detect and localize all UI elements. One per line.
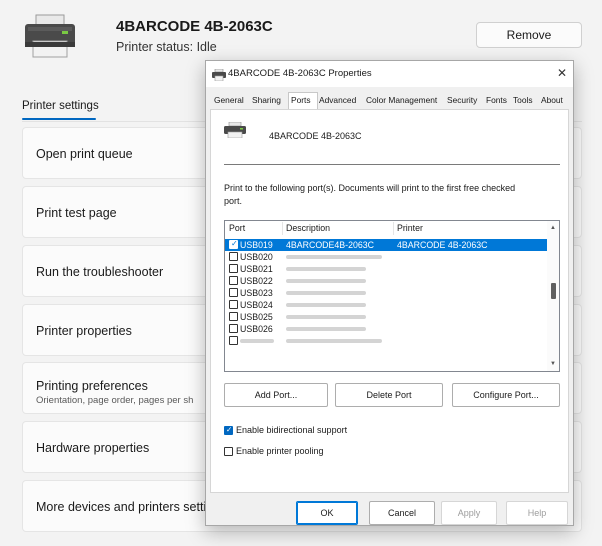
tab-color-management[interactable]: Color Management <box>366 95 437 105</box>
port-name: USB019 <box>240 240 273 250</box>
column-header-description[interactable]: Description <box>286 223 330 233</box>
port-name: USB023 <box>240 288 273 298</box>
checkbox-icon[interactable] <box>224 447 233 456</box>
tab-security[interactable]: Security <box>447 95 477 105</box>
blurred-text <box>286 279 366 283</box>
check-mark: ✓ <box>226 425 233 434</box>
dialog-title: 4BARCODE 4B-2063C Properties <box>228 68 372 79</box>
check-mark: ✓ <box>231 239 238 248</box>
ports-instructions: Print to the following port(s). Document… <box>224 183 516 206</box>
card-label: Hardware properties <box>36 441 150 455</box>
blurred-text <box>286 339 382 343</box>
scroll-down-icon[interactable]: ▼ <box>550 360 556 368</box>
blurred-text <box>240 339 274 343</box>
card-label: Run the troubleshooter <box>36 265 164 279</box>
tab-about[interactable]: About <box>541 95 563 105</box>
checkbox-icon[interactable] <box>229 264 238 273</box>
column-divider <box>282 222 283 235</box>
scroll-thumb[interactable] <box>551 283 556 299</box>
port-name: USB020 <box>240 252 273 262</box>
tab-ports[interactable]: Ports <box>291 95 311 105</box>
dialog-tabs: General Sharing Ports Advanced Color Man… <box>210 92 571 110</box>
blurred-text <box>286 303 366 307</box>
printer-name: 4BARCODE 4B-2063C <box>269 131 362 141</box>
port-row[interactable]: USB023 <box>225 287 547 299</box>
tab-tools[interactable]: Tools <box>513 95 533 105</box>
port-name: USB026 <box>240 324 273 334</box>
checkbox-icon[interactable] <box>229 276 238 285</box>
port-row[interactable] <box>225 335 547 347</box>
column-header-printer[interactable]: Printer <box>397 223 423 233</box>
port-name: USB024 <box>240 300 273 310</box>
tab-active-indicator <box>22 118 96 120</box>
port-row[interactable]: USB024 <box>225 299 547 311</box>
ok-button[interactable]: OK <box>296 501 358 525</box>
blurred-text <box>286 327 366 331</box>
column-header-port[interactable]: Port <box>229 223 245 233</box>
tab-advanced[interactable]: Advanced <box>319 95 356 105</box>
checkbox-icon[interactable]: ✓ <box>229 239 238 249</box>
card-label: Open print queue <box>36 147 133 161</box>
port-row[interactable]: USB020 <box>225 251 547 263</box>
ports-scrollbar[interactable]: ▲ ▼ <box>547 221 559 371</box>
tab-general[interactable]: General <box>214 95 244 105</box>
cancel-button[interactable]: Cancel <box>369 501 435 525</box>
page-title: 4BARCODE 4B-2063C <box>116 18 273 35</box>
card-label: Print test page <box>36 206 117 220</box>
column-divider <box>393 222 394 235</box>
port-printer: 4BARCODE 4B-2063C <box>397 240 488 250</box>
checkbox-icon[interactable]: ✓ <box>224 425 233 435</box>
checkbox-icon[interactable] <box>229 288 238 297</box>
help-button[interactable]: Help <box>506 501 568 525</box>
blurred-text <box>286 255 382 259</box>
printer-status: Printer status: Idle <box>116 40 217 54</box>
add-port-button[interactable]: Add Port... <box>224 383 328 407</box>
checkbox-icon[interactable] <box>229 336 238 345</box>
tab-fonts[interactable]: Fonts <box>486 95 507 105</box>
card-label: Printing preferences <box>36 379 148 393</box>
remove-button[interactable]: Remove <box>476 22 582 48</box>
close-icon[interactable]: ✕ <box>554 65 570 81</box>
blurred-text <box>286 291 366 295</box>
dialog-titlebar[interactable]: 4BARCODE 4B-2063C Properties ✕ <box>206 61 573 87</box>
delete-port-button[interactable]: Delete Port <box>335 383 443 407</box>
port-name: USB022 <box>240 276 273 286</box>
port-row[interactable]: ✓ USB019 4BARCODE4B-2063C 4BARCODE 4B-20… <box>225 239 547 251</box>
bidirectional-label: Enable bidirectional support <box>236 425 348 435</box>
checkbox-icon[interactable] <box>229 312 238 321</box>
blurred-text <box>286 267 366 271</box>
printer-icon <box>212 68 226 82</box>
scroll-up-icon[interactable]: ▲ <box>550 224 556 232</box>
printer-icon <box>24 14 76 58</box>
checkbox-icon[interactable] <box>229 324 238 333</box>
card-sublabel: Orientation, page order, pages per sh <box>36 395 194 406</box>
card-label: Printer properties <box>36 324 132 338</box>
divider <box>224 164 560 165</box>
printer-properties-dialog: 4BARCODE 4B-2063C Properties ✕ General S… <box>205 60 574 526</box>
port-name: USB025 <box>240 312 273 322</box>
printer-icon <box>224 121 246 139</box>
tab-sharing[interactable]: Sharing <box>252 95 281 105</box>
port-row[interactable]: USB021 <box>225 263 547 275</box>
blurred-text <box>286 315 366 319</box>
printer-pooling-label: Enable printer pooling <box>236 446 324 456</box>
configure-port-button[interactable]: Configure Port... <box>452 383 560 407</box>
checkbox-icon[interactable] <box>229 300 238 309</box>
checkbox-icon[interactable] <box>229 252 238 261</box>
port-name: USB021 <box>240 264 273 274</box>
port-description: 4BARCODE4B-2063C <box>286 240 375 250</box>
port-row[interactable]: USB025 <box>225 311 547 323</box>
port-row[interactable]: USB022 <box>225 275 547 287</box>
card-label: More devices and printers setting <box>36 500 221 514</box>
ports-list[interactable]: Port Description Printer ✓ USB019 4BARCO… <box>224 220 560 372</box>
ports-tab-panel: 4BARCODE 4B-2063C Print to the following… <box>210 109 569 493</box>
apply-button[interactable]: Apply <box>441 501 497 525</box>
tab-printer-settings[interactable]: Printer settings <box>22 100 99 112</box>
port-row[interactable]: USB026 <box>225 323 547 335</box>
